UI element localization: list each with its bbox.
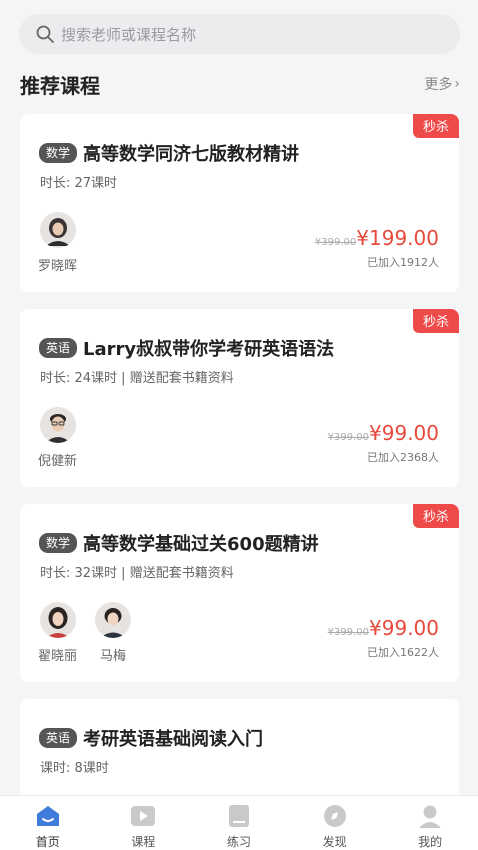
original-price: ¥399.00 xyxy=(327,627,370,638)
original-price: ¥399.00 xyxy=(314,237,357,248)
tab-courses[interactable]: 课程 xyxy=(96,796,192,850)
tab-discover[interactable]: 发现 xyxy=(287,796,383,850)
subject-tag: 英语 xyxy=(39,338,78,358)
section-title: 推荐课程 xyxy=(20,74,100,98)
home-icon xyxy=(36,806,59,826)
search-bar[interactable]: 搜索老师或课程名称 xyxy=(19,14,460,54)
subject-tag: 数学 xyxy=(39,143,78,163)
course-card[interactable]: 秒杀 数学 高等数学基础过关600题精讲 时长: 32课时 | 赠送配套书籍资料… xyxy=(20,504,459,682)
course-meta: 课时: 8课时 xyxy=(40,761,109,776)
more-link[interactable]: 更多 › xyxy=(424,74,460,94)
teacher-name: 罗晓晖 xyxy=(38,259,78,274)
avatar xyxy=(95,602,132,638)
user-icon xyxy=(419,805,442,828)
tab-label: 首页 xyxy=(35,835,60,849)
subject-tag: 英语 xyxy=(39,728,78,748)
avatar xyxy=(39,212,76,248)
chevron-right-icon: › xyxy=(454,76,460,92)
course-meta: 时长: 32课时 | 赠送配套书籍资料 xyxy=(40,566,234,581)
more-label: 更多 xyxy=(424,77,453,93)
enroll-count: 已加入2368人 xyxy=(367,451,439,464)
compass-icon xyxy=(323,805,346,827)
book-icon xyxy=(228,805,249,827)
tab-label: 发现 xyxy=(322,835,347,849)
course-title: 考研英语基础阅读入门 xyxy=(83,729,264,750)
search-placeholder: 搜索老师或课程名称 xyxy=(61,25,197,44)
course-meta: 时长: 24课时 | 赠送配套书籍资料 xyxy=(40,371,234,386)
play-icon xyxy=(131,806,156,826)
enroll-count: 已加入1912人 xyxy=(367,256,439,269)
flash-sale-badge: 秒杀 xyxy=(412,504,459,528)
course-card[interactable]: 秒杀 英语 Larry叔叔带你学考研英语语法 时长: 24课时 | 赠送配套书籍… xyxy=(20,309,459,487)
course-card[interactable]: 英语 考研英语基础阅读入门 课时: 8课时 xyxy=(20,699,459,809)
tab-label: 练习 xyxy=(226,835,251,849)
course-title: 高等数学同济七版教材精讲 xyxy=(83,144,300,165)
teacher-name: 倪健新 xyxy=(38,454,78,469)
teacher[interactable]: 罗晓晖 xyxy=(38,212,77,274)
tab-profile[interactable]: 我的 xyxy=(382,796,478,850)
search-icon xyxy=(36,25,54,43)
flash-sale-badge: 秒杀 xyxy=(412,309,459,333)
course-meta: 时长: 27课时 xyxy=(40,176,118,191)
price: ¥99.00 xyxy=(369,616,439,640)
price: ¥99.00 xyxy=(369,421,439,445)
teacher[interactable]: 翟晓丽 xyxy=(38,602,77,664)
teacher[interactable]: 倪健新 xyxy=(38,407,77,469)
teacher-name: 翟晓丽 xyxy=(38,649,78,664)
flash-sale-badge: 秒杀 xyxy=(412,114,459,138)
avatar xyxy=(39,407,76,443)
teacher[interactable]: 马梅 xyxy=(95,602,132,664)
course-card[interactable]: 秒杀 数学 高等数学同济七版教材精讲 时长: 27课时 罗晓晖 ¥399.00 … xyxy=(20,114,459,292)
subject-tag: 数学 xyxy=(39,533,78,553)
tab-label: 我的 xyxy=(418,835,443,849)
bottom-tab-bar: 首页 课程 练习 发现 我的 xyxy=(0,795,478,850)
teacher-name: 马梅 xyxy=(100,649,127,664)
tab-label: 课程 xyxy=(131,835,156,849)
tab-practice[interactable]: 练习 xyxy=(191,796,287,850)
course-title: 高等数学基础过关600题精讲 xyxy=(83,534,319,555)
avatar xyxy=(39,602,76,638)
price: ¥199.00 xyxy=(356,226,439,250)
original-price: ¥399.00 xyxy=(327,432,370,443)
tab-home[interactable]: 首页 xyxy=(0,796,96,850)
enroll-count: 已加入1622人 xyxy=(367,646,439,659)
course-title: Larry叔叔带你学考研英语语法 xyxy=(83,339,335,360)
